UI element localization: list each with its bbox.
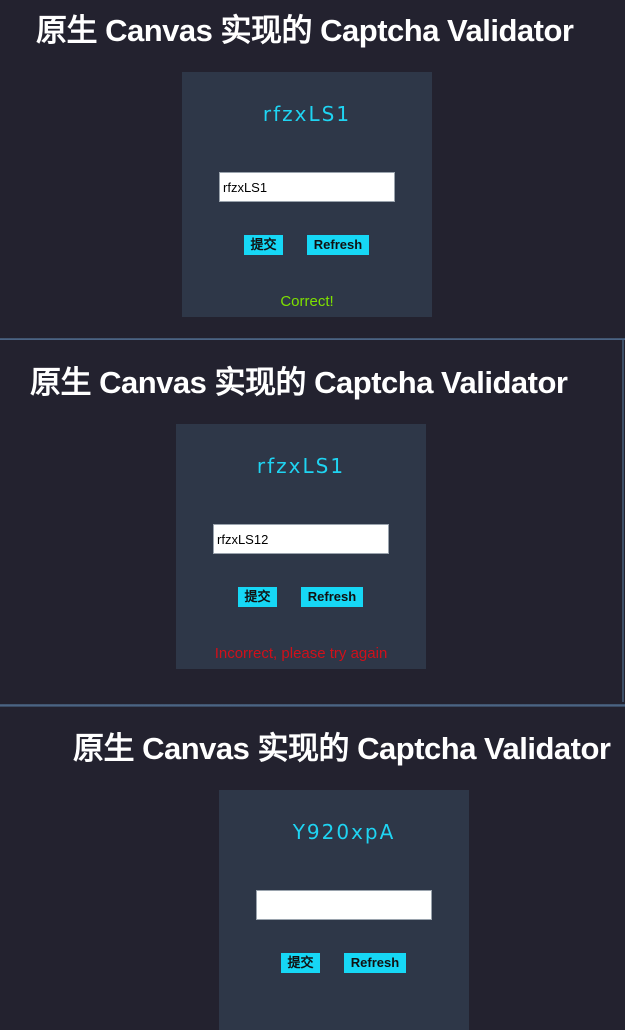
captcha-card: Y920xpA 提交 Refresh xyxy=(219,790,469,1030)
result-message-error: Incorrect, please try again xyxy=(214,645,388,662)
captcha-card: rfzxLS1 提交 Refresh Incorrect, please try… xyxy=(176,424,426,669)
captcha-input[interactable] xyxy=(219,172,395,202)
captcha-input[interactable] xyxy=(213,524,389,554)
page-title: 原生 Canvas 实现的 Captcha Validator xyxy=(30,365,568,400)
page-title: 原生 Canvas 实现的 Captcha Validator xyxy=(73,731,611,766)
scroll-edge xyxy=(622,340,624,702)
refresh-button[interactable]: Refresh xyxy=(344,953,406,973)
captcha-canvas: Y920xpA xyxy=(292,820,396,844)
captcha-panel-2: 原生 Canvas 实现的 Captcha Validator rfzxLS1 … xyxy=(0,340,625,704)
captcha-canvas: rfzxLS1 xyxy=(256,454,346,478)
page-title: 原生 Canvas 实现的 Captcha Validator xyxy=(36,13,574,48)
refresh-button[interactable]: Refresh xyxy=(301,587,363,607)
submit-button[interactable]: 提交 xyxy=(238,587,277,607)
refresh-button[interactable]: Refresh xyxy=(307,235,369,255)
captcha-panel-1: 原生 Canvas 实现的 Captcha Validator rfzxLS1 … xyxy=(0,0,625,338)
submit-button[interactable]: 提交 xyxy=(281,953,320,973)
captcha-input[interactable] xyxy=(256,890,432,920)
submit-button[interactable]: 提交 xyxy=(244,235,283,255)
captcha-canvas: rfzxLS1 xyxy=(262,102,352,126)
captcha-panel-3: 原生 Canvas 实现的 Captcha Validator Y920xpA … xyxy=(0,707,625,1030)
captcha-card: rfzxLS1 提交 Refresh Correct! xyxy=(182,72,432,317)
result-message-success: Correct! xyxy=(280,293,334,310)
